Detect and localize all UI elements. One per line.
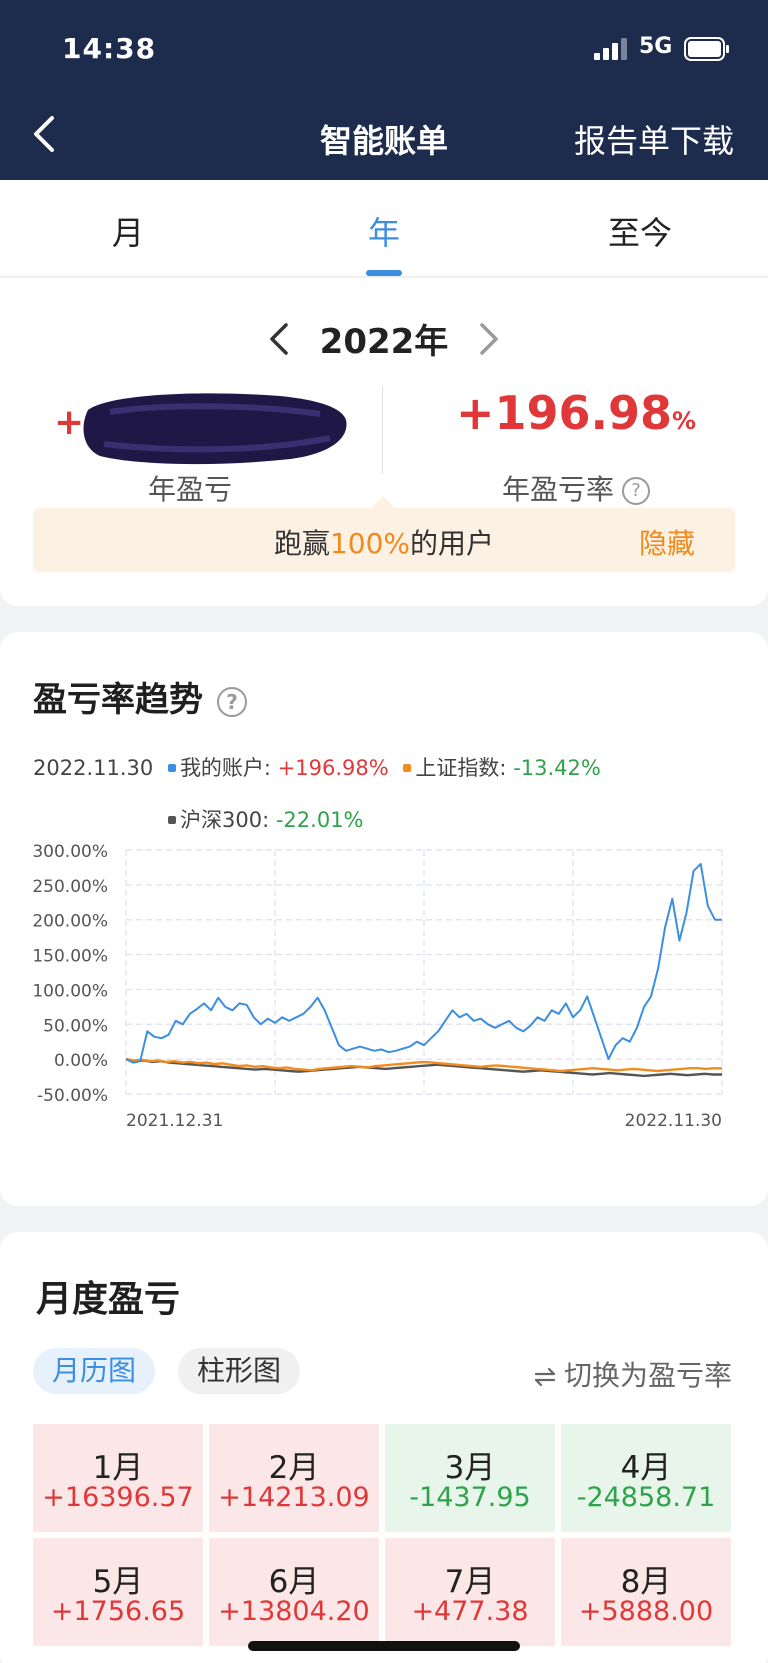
return-rate-value: +196.98% — [455, 386, 697, 440]
annual-profit: + 年盈亏 — [0, 390, 380, 520]
active-tab-indicator — [366, 270, 402, 276]
return-rate-label: 年盈亏率 — [501, 473, 614, 506]
month-cell[interactable]: 4月 -24858.71 — [561, 1424, 731, 1532]
tab-month[interactable]: 月 — [58, 208, 198, 254]
legend-value-sse: -13.42% — [513, 756, 601, 780]
profit-label: 年盈亏 — [147, 473, 232, 506]
legend-value-csi300: -22.01% — [275, 808, 364, 832]
month-label: 8月 — [620, 1564, 672, 1600]
y-tick-label: 200.00% — [32, 912, 108, 932]
summary-divider — [382, 386, 383, 474]
year-selector: 2022年 — [0, 310, 768, 362]
switch-icon — [534, 1367, 556, 1387]
calendar-view-button[interactable]: 月历图 — [33, 1348, 155, 1394]
home-indicator — [248, 1641, 520, 1651]
help-icon[interactable]: ? — [217, 686, 247, 717]
month-label: 4月 — [620, 1450, 672, 1486]
nav-bar: 智能账单 报告单下载 — [0, 98, 768, 180]
y-tick-label: 100.00% — [32, 981, 108, 1001]
switch-label: 切换为盈亏率 — [563, 1359, 732, 1392]
y-tick-label: 300.00% — [32, 842, 108, 862]
chart-legend: 2022.11.30 我的账户: +196.98% 上证指数: -13.42% — [33, 752, 601, 782]
month-label: 6月 — [268, 1564, 320, 1600]
legend-dot-sse — [403, 763, 412, 772]
signal-icon — [594, 38, 627, 60]
legend-date: 2022.11.30 — [33, 756, 154, 780]
tab-year[interactable]: 年 — [314, 208, 454, 254]
y-tick-label: 150.00% — [32, 947, 108, 967]
month-value: +13804.20 — [218, 1596, 370, 1627]
trend-card: 盈亏率趋势? 2022.11.30 我的账户: +196.98% 上证指数: -… — [0, 632, 768, 1206]
chart-legend-row2: 沪深300: -22.01% — [160, 804, 364, 834]
month-value: +477.38 — [411, 1596, 529, 1627]
y-tick-label: -50.00% — [37, 1086, 108, 1106]
download-report-button[interactable]: 报告单下载 — [574, 116, 734, 162]
legend-dot-account — [167, 763, 176, 772]
month-label: 7月 — [444, 1564, 496, 1600]
legend-name-account: 我的账户: — [179, 756, 272, 780]
ranking-message: 跑赢100%的用户 — [273, 527, 495, 560]
y-tick-label: 50.00% — [43, 1016, 108, 1036]
month-value: +5888.00 — [578, 1596, 714, 1627]
month-cell[interactable]: 6月 +13804.20 — [209, 1538, 379, 1646]
legend-name-sse: 上证指数: — [415, 756, 507, 780]
month-value: +14213.09 — [218, 1482, 370, 1513]
annual-return-rate: +196.98% 年盈亏率? — [384, 386, 768, 506]
year-summary-card: 2022年 + 年盈亏 +196.98% 年盈亏率? 跑赢100%的用户 隐藏 — [0, 278, 768, 606]
month-cell[interactable]: 7月 +477.38 — [385, 1538, 555, 1646]
monthly-card: 月度盈亏 月历图 柱形图 切换为盈亏率 1月 +16396.57 2月 +14213.… — [0, 1232, 768, 1663]
month-cell[interactable]: 2月 +14213.09 — [209, 1424, 379, 1532]
month-cell[interactable]: 8月 +5888.00 — [561, 1538, 731, 1646]
status-bar: 14:38 5G — [0, 0, 768, 98]
month-value: +1756.65 — [50, 1596, 186, 1627]
ranking-banner: 跑赢100%的用户 隐藏 — [33, 496, 735, 572]
month-label: 5月 — [92, 1564, 144, 1600]
switch-to-rate-button[interactable]: 切换为盈亏率 — [532, 1354, 732, 1394]
x-tick-label: 2022.11.30 — [625, 1111, 722, 1131]
year-label: 2022年 — [319, 322, 449, 362]
month-value: -1437.95 — [409, 1482, 531, 1513]
trend-line-chart[interactable]: 300.00% 250.00% 200.00% 150.00% 100.00% 50.00… — [0, 840, 768, 1160]
battery-icon — [684, 37, 729, 61]
month-cell[interactable]: 5月 +1756.65 — [33, 1538, 203, 1646]
month-label: 1月 — [92, 1450, 144, 1486]
bar-view-button[interactable]: 柱形图 — [178, 1348, 300, 1394]
month-label: 3月 — [444, 1450, 496, 1486]
next-year-icon[interactable] — [478, 322, 500, 356]
legend-dot-csi300 — [168, 815, 176, 824]
trend-title: 盈亏率趋势 — [33, 680, 203, 720]
y-tick-label: 0.00% — [54, 1051, 108, 1071]
month-cell[interactable]: 3月 -1437.95 — [385, 1424, 555, 1532]
tab-to-date[interactable]: 至今 — [570, 208, 710, 254]
help-icon[interactable]: ? — [622, 477, 650, 505]
monthly-title: 月度盈亏 — [36, 1279, 181, 1320]
month-value: -24858.71 — [576, 1482, 716, 1513]
status-time: 14:38 — [62, 32, 157, 65]
month-value: +16396.57 — [42, 1482, 194, 1513]
hide-button[interactable]: 隐藏 — [639, 522, 695, 562]
legend-name-csi300: 沪深300: — [180, 808, 270, 832]
redacted-amount — [83, 393, 347, 465]
month-label: 2月 — [268, 1450, 320, 1486]
legend-value-account: +196.98% — [277, 756, 389, 780]
month-cell[interactable]: 1月 +16396.57 — [33, 1424, 203, 1532]
y-tick-label: 250.00% — [32, 877, 108, 897]
period-tabs: 月 年 至今 — [0, 180, 768, 277]
x-tick-label: 2021.12.31 — [126, 1111, 223, 1131]
network-label: 5G — [639, 34, 673, 59]
